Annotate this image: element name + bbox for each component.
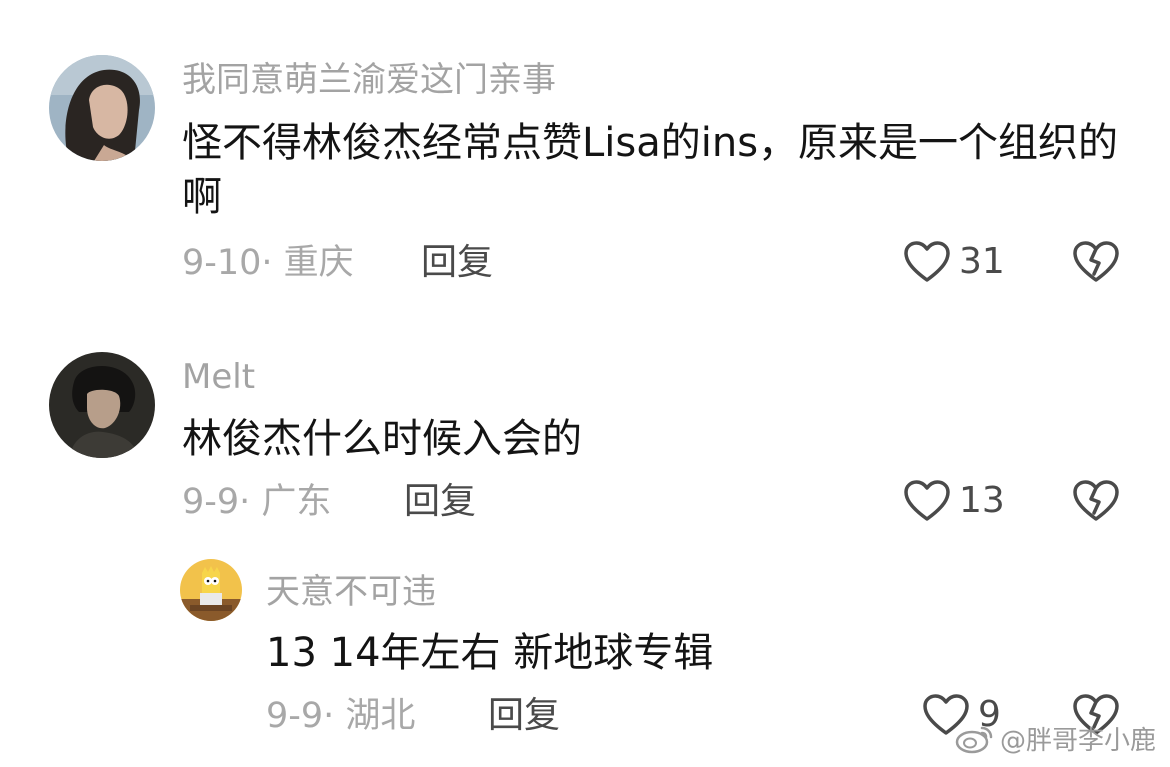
comment-meta: 9-10· 重庆 [182, 243, 354, 283]
dislike-button[interactable] [1072, 479, 1120, 523]
reply-meta: 9-9· 湖北 [266, 696, 416, 736]
comment-text: 怪不得林俊杰经常点赞Lisa的ins，原来是一个组织的啊 [182, 120, 1119, 220]
avatar[interactable] [180, 559, 242, 621]
like-button[interactable]: 13 [903, 479, 1005, 523]
watermark: @胖哥李小鹿 [954, 720, 1156, 757]
reply-username[interactable]: 天意不可违 [266, 575, 436, 609]
comment-meta: 9-9· 广东 [182, 482, 332, 522]
reply-text: 13 14年左右 新地球专辑 [266, 630, 714, 676]
reply-button[interactable]: 回复 [488, 698, 560, 734]
comment-username[interactable]: Melt [182, 360, 255, 394]
avatar-woman-icon [49, 55, 155, 161]
avatar[interactable] [49, 55, 155, 161]
like-count: 13 [959, 480, 1005, 521]
watermark-text: @胖哥李小鹿 [999, 726, 1156, 756]
like-count: 31 [959, 241, 1005, 282]
weibo-logo-icon [955, 726, 993, 753]
heart-icon [904, 241, 950, 282]
comment-text: 林俊杰什么时候入会的 [182, 416, 582, 462]
avatar-cartoon-icon [180, 559, 242, 621]
broken-heart-icon [1073, 480, 1119, 521]
dislike-button[interactable] [1072, 240, 1120, 284]
comment-username[interactable]: 我同意萌兰渝爱这门亲事 [182, 63, 556, 97]
heart-icon [904, 480, 950, 521]
like-button[interactable]: 31 [903, 240, 1005, 284]
avatar-man-icon [49, 352, 155, 458]
reply-button[interactable]: 回复 [421, 245, 493, 281]
broken-heart-icon [1073, 241, 1119, 282]
avatar[interactable] [49, 352, 155, 458]
reply-button[interactable]: 回复 [404, 484, 476, 520]
